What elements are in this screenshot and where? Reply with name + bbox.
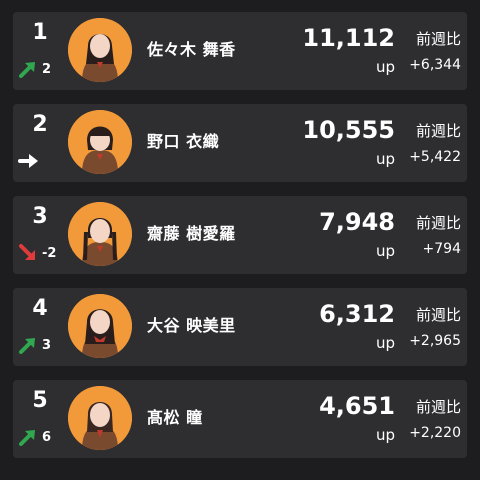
- ranking-card[interactable]: 5 6 髙松 瞳 4,651 up 前週比 +2,220: [13, 380, 467, 458]
- week-over-week-label: 前週比: [415, 30, 461, 48]
- member-name: 野口 衣織: [147, 132, 220, 151]
- member-name: 佐々木 舞香: [147, 40, 236, 59]
- rank-number: 3: [32, 204, 48, 229]
- ranking-card[interactable]: 1 2 佐々木 舞香 11,112 up 前週比 +6,344: [13, 12, 467, 90]
- rank-number: 4: [32, 296, 48, 321]
- vote-unit: up: [375, 150, 395, 168]
- ranking-card[interactable]: 3 -2 齋藤 樹愛羅 7,948 up 前週比 +794: [13, 196, 467, 274]
- member-name: 髙松 瞳: [147, 408, 203, 427]
- vote-count: 7,948: [319, 208, 395, 236]
- week-over-week-value: +5,422: [409, 149, 461, 165]
- ranking-card[interactable]: 2 野口 衣織 10,555 up 前週比 +5,422: [13, 104, 467, 182]
- rank-change: -2: [17, 242, 69, 264]
- arrow-down-right-icon: [17, 242, 39, 264]
- rank-change: [17, 150, 69, 172]
- rank-change: 3: [17, 334, 69, 356]
- rank-number: 1: [32, 20, 48, 45]
- avatar: [68, 386, 132, 450]
- week-over-week-label: 前週比: [415, 306, 461, 324]
- rank-change-value: 2: [42, 61, 52, 77]
- member-name: 大谷 映美里: [147, 316, 236, 335]
- rank-number: 5: [32, 388, 48, 413]
- member-name: 齋藤 樹愛羅: [147, 224, 236, 243]
- vote-unit: up: [375, 426, 395, 444]
- rank-change: 6: [17, 426, 69, 448]
- rank-change: 2: [17, 58, 69, 80]
- arrow-up-right-icon: [17, 334, 39, 356]
- arrow-up-right-icon: [17, 426, 39, 448]
- arrow-right-icon: [17, 150, 39, 172]
- week-over-week-value: +6,344: [409, 57, 461, 73]
- vote-count: 10,555: [302, 116, 395, 144]
- ranking-list: 1 2 佐々木 舞香 11,112 up 前週比 +6,344 2 野口 衣織 …: [13, 12, 467, 472]
- ranking-card[interactable]: 4 3 大谷 映美里 6,312 up 前週比 +2,965: [13, 288, 467, 366]
- avatar: [68, 18, 132, 82]
- vote-unit: up: [375, 58, 395, 76]
- week-over-week-label: 前週比: [415, 398, 461, 416]
- avatar: [68, 202, 132, 266]
- rank-change-value: 3: [42, 337, 52, 353]
- week-over-week-value: +2,220: [409, 425, 461, 441]
- week-over-week-value: +2,965: [409, 333, 461, 349]
- week-over-week-label: 前週比: [415, 122, 461, 140]
- vote-count: 4,651: [319, 392, 395, 420]
- week-over-week-value: +794: [422, 241, 461, 257]
- arrow-up-right-icon: [17, 58, 39, 80]
- avatar: [68, 294, 132, 358]
- week-over-week-label: 前週比: [415, 214, 461, 232]
- rank-number: 2: [32, 112, 48, 137]
- rank-change-value: 6: [42, 429, 52, 445]
- vote-unit: up: [375, 334, 395, 352]
- avatar: [68, 110, 132, 174]
- vote-unit: up: [375, 242, 395, 260]
- vote-count: 11,112: [302, 24, 395, 52]
- vote-count: 6,312: [319, 300, 395, 328]
- rank-change-value: -2: [42, 245, 57, 261]
